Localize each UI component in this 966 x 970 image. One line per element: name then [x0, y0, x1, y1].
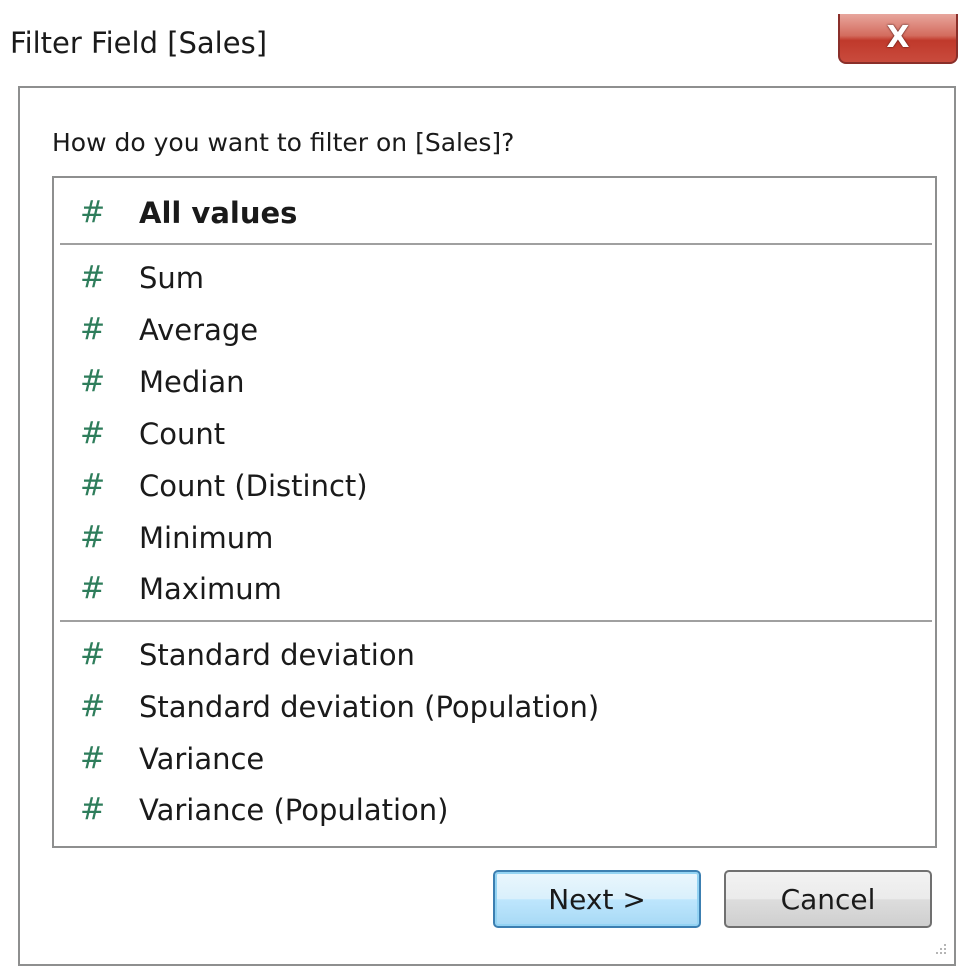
filter-prompt: How do you want to filter on [Sales]? [52, 128, 515, 157]
measure-icon: # [80, 520, 106, 555]
list-divider [60, 620, 932, 622]
list-item-all-values[interactable]: # All values [54, 188, 935, 238]
list-item-label: Minimum [139, 520, 274, 555]
list-item-label: Average [139, 312, 259, 347]
resize-grip-dots [936, 944, 946, 954]
measure-icon: # [80, 312, 106, 347]
list-item-average[interactable]: # Average [54, 305, 935, 355]
list-item-label: Median [139, 364, 245, 399]
list-item-label: Maximum [139, 571, 282, 606]
list-item-variance[interactable]: # Variance [54, 734, 935, 784]
close-button[interactable]: X [838, 14, 958, 64]
list-item-label: Variance [139, 741, 265, 776]
measure-icon: # [80, 195, 106, 230]
list-item-label: Variance (Population) [139, 792, 449, 827]
list-item-standard-deviation-population[interactable]: # Standard deviation (Population) [54, 682, 935, 732]
measure-icon: # [80, 741, 106, 776]
list-item-label: Sum [139, 260, 205, 295]
cancel-button[interactable]: Cancel [724, 870, 932, 928]
list-item-count-distinct[interactable]: # Count (Distinct) [54, 461, 935, 511]
list-item-label: Count (Distinct) [139, 468, 368, 503]
list-item-label: Count [139, 416, 226, 451]
list-item-label: Standard deviation (Population) [139, 689, 600, 724]
measure-icon: # [80, 571, 106, 606]
list-item-variance-population[interactable]: # Variance (Population) [54, 785, 935, 835]
measure-icon: # [80, 416, 106, 451]
list-item-standard-deviation[interactable]: # Standard deviation [54, 630, 935, 680]
list-item-median[interactable]: # Median [54, 357, 935, 407]
measure-icon: # [80, 792, 106, 827]
list-item-sum[interactable]: # Sum [54, 253, 935, 303]
measure-icon: # [80, 637, 106, 672]
next-button[interactable]: Next > [493, 870, 701, 928]
resize-grip-icon[interactable] [930, 940, 950, 960]
measure-icon: # [80, 468, 106, 503]
list-item-label: Standard deviation [139, 637, 415, 672]
list-divider [60, 243, 932, 245]
title-bar[interactable]: Filter Field [Sales] X [0, 0, 966, 86]
measure-icon: # [80, 689, 106, 724]
measure-icon: # [80, 260, 106, 295]
list-item-maximum[interactable]: # Maximum [54, 564, 935, 614]
aggregation-list[interactable]: # All values # Sum # Average # Median # … [52, 176, 937, 848]
list-item-label: All values [139, 195, 298, 230]
measure-icon: # [80, 364, 106, 399]
dialog-title: Filter Field [Sales] [10, 26, 268, 60]
list-item-minimum[interactable]: # Minimum [54, 513, 935, 563]
filter-field-dialog: Filter Field [Sales] X How do you want t… [0, 0, 966, 970]
list-item-count[interactable]: # Count [54, 409, 935, 459]
close-icon: X [886, 20, 910, 55]
